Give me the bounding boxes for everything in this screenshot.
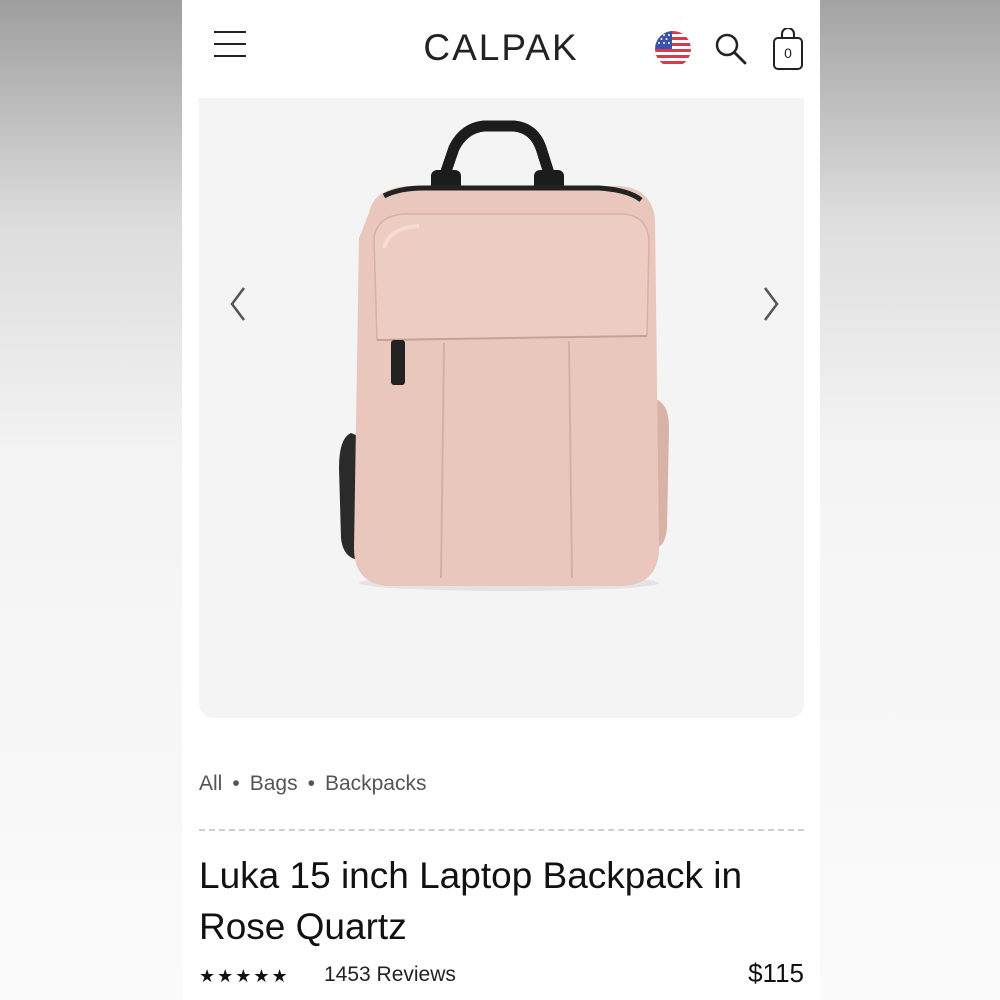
product-image[interactable] <box>329 108 689 598</box>
chevron-left-icon[interactable] <box>224 284 254 324</box>
breadcrumb-all[interactable]: All <box>199 772 222 795</box>
product-price: $115 <box>748 958 804 988</box>
breadcrumb-separator: • <box>232 772 240 795</box>
site-header: CALPAK 0 <box>182 0 820 98</box>
chevron-right-icon[interactable] <box>755 284 785 324</box>
backdrop-right <box>820 0 1000 1000</box>
backdrop-left <box>0 0 182 1000</box>
breadcrumb-backpacks[interactable]: Backpacks <box>325 772 427 795</box>
dashed-divider <box>199 829 804 831</box>
search-icon[interactable] <box>714 32 748 66</box>
star-rating[interactable]: ★★★★★ <box>199 966 290 987</box>
reviews-link[interactable]: 1453 Reviews <box>324 963 456 987</box>
breadcrumb-bags[interactable]: Bags <box>250 772 298 795</box>
cart-count: 0 <box>784 45 792 61</box>
rating-row: ★★★★★ 1453 Reviews $115 <box>199 958 804 994</box>
product-title: Luka 15 inch Laptop Backpack in Rose Qua… <box>199 855 743 947</box>
us-flag-icon[interactable] <box>655 31 691 67</box>
breadcrumb-separator: • <box>307 772 315 795</box>
shopping-bag-icon[interactable]: 0 <box>772 27 804 72</box>
product-gallery[interactable] <box>199 98 804 718</box>
product-page: CALPAK 0 All • Bags • Backpacks Luka 15 … <box>182 0 820 1000</box>
breadcrumb: All • Bags • Backpacks <box>199 772 426 796</box>
